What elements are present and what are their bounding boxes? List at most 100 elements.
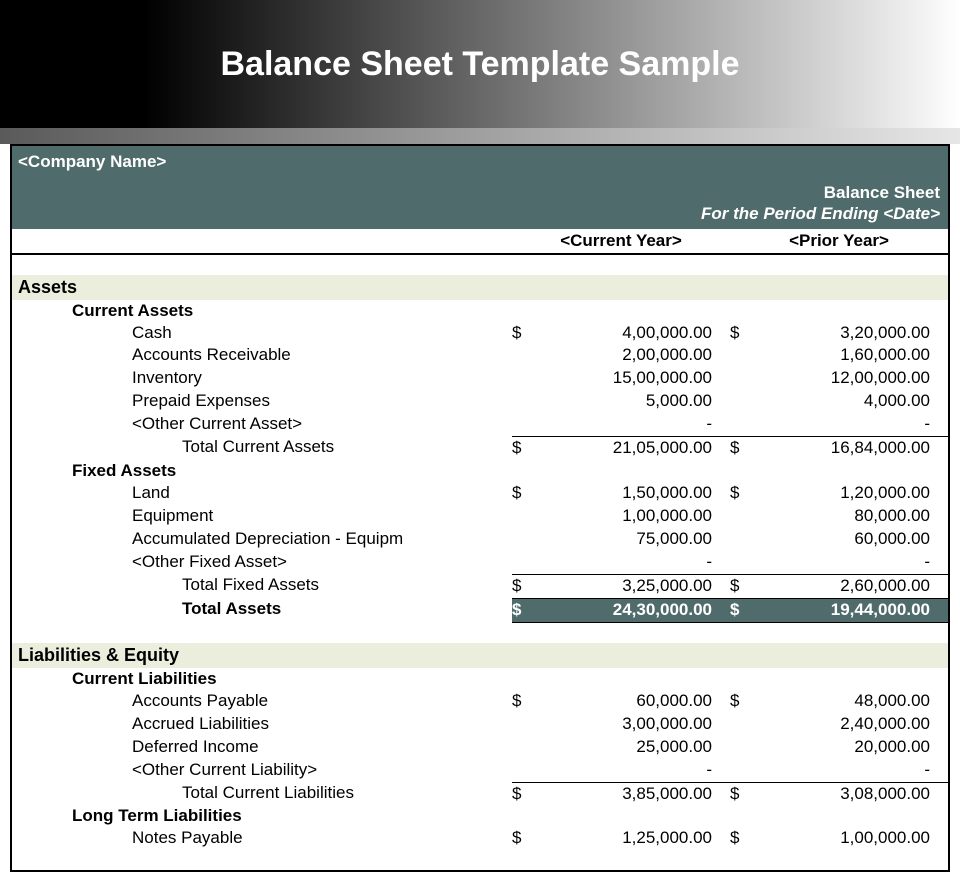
amount-value: 3,08,000.00 <box>756 783 948 806</box>
group-total-label: Total Current Liabilities <box>12 782 512 806</box>
amount-value: 1,60,000.00 <box>756 344 948 367</box>
currency-symbol <box>512 413 538 436</box>
line-item: Accounts Payable$60,000.00$48,000.00 <box>12 690 948 713</box>
line-item-label: Notes Payable <box>12 827 512 850</box>
currency-symbol: $ <box>730 827 756 850</box>
currency-symbol: $ <box>730 599 756 622</box>
currency-symbol: $ <box>730 575 756 598</box>
line-item: <Other Current Liability> - - <box>12 759 948 782</box>
group-total: Total Current Liabilities$3,85,000.00$3,… <box>12 782 948 806</box>
grand-total-label: Total Assets <box>12 598 512 623</box>
currency-symbol <box>730 505 756 528</box>
amount-value: 24,30,000.00 <box>538 599 730 622</box>
currency-symbol: $ <box>512 482 538 505</box>
line-item: Equipment 1,00,000.00 80,000.00 <box>12 505 948 528</box>
line-item-label: Equipment <box>12 505 512 528</box>
currency-symbol <box>512 551 538 574</box>
amount-value: 75,000.00 <box>538 528 730 551</box>
currency-symbol: $ <box>512 783 538 806</box>
group-title: Long Term Liabilities <box>12 805 948 827</box>
currency-symbol: $ <box>512 575 538 598</box>
line-item-label: Accounts Payable <box>12 690 512 713</box>
currency-symbol: $ <box>512 599 538 622</box>
line-item-label: Deferred Income <box>12 736 512 759</box>
amount-value: 1,00,000.00 <box>538 505 730 528</box>
line-item: Cash$4,00,000.00$3,20,000.00 <box>12 322 948 345</box>
amount-value: 48,000.00 <box>756 690 948 713</box>
balance-sheet: <Company Name> Balance Sheet For the Per… <box>10 144 950 872</box>
amount-value: 1,20,000.00 <box>756 482 948 505</box>
amount-value: 3,00,000.00 <box>538 713 730 736</box>
line-item-label: Accumulated Depreciation - Equipm <box>12 528 512 551</box>
currency-symbol: $ <box>730 783 756 806</box>
currency-symbol: $ <box>512 827 538 850</box>
currency-symbol: $ <box>730 437 756 460</box>
amount-value: 3,85,000.00 <box>538 783 730 806</box>
group-total-label: Total Current Assets <box>12 436 512 460</box>
amount-value: 3,20,000.00 <box>756 322 948 345</box>
line-item-label: Accrued Liabilities <box>12 713 512 736</box>
amount-value: 19,44,000.00 <box>756 599 948 622</box>
amount-value: - <box>538 413 730 436</box>
currency-symbol <box>512 344 538 367</box>
sheet-header: <Company Name> Balance Sheet For the Per… <box>12 146 948 229</box>
line-item-label: <Other Current Asset> <box>12 413 512 436</box>
amount-value: - <box>756 759 948 782</box>
line-item: Prepaid Expenses5,000.004,000.00 <box>12 390 948 413</box>
section-title: Assets <box>12 275 948 300</box>
period-label: For the Period Ending <Date> <box>18 203 940 224</box>
group-total: Total Current Assets$21,05,000.00$16,84,… <box>12 436 948 460</box>
currency-symbol <box>730 390 756 413</box>
banner-title: Balance Sheet Template Sample <box>220 45 739 84</box>
line-item-label: <Other Fixed Asset> <box>12 551 512 574</box>
currency-symbol <box>512 759 538 782</box>
line-item: <Other Current Asset>-- <box>12 413 948 436</box>
amount-value: 60,000.00 <box>538 690 730 713</box>
currency-symbol: $ <box>730 690 756 713</box>
currency-symbol <box>512 367 538 390</box>
amount-value: 4,00,000.00 <box>538 322 730 345</box>
gray-strip <box>0 128 960 144</box>
currency-symbol: $ <box>512 322 538 345</box>
amount-value: 2,00,000.00 <box>538 344 730 367</box>
currency-symbol <box>512 713 538 736</box>
amount-value: 1,00,000.00 <box>756 827 948 850</box>
group-total: Total Fixed Assets$3,25,000.00$2,60,000.… <box>12 574 948 598</box>
col-current-year: <Current Year> <box>512 229 730 253</box>
currency-symbol <box>730 736 756 759</box>
currency-symbol: $ <box>512 437 538 460</box>
section-title: Liabilities & Equity <box>12 643 948 668</box>
currency-symbol <box>512 528 538 551</box>
amount-value: - <box>538 759 730 782</box>
currency-symbol: $ <box>730 482 756 505</box>
amount-value: 60,000.00 <box>756 528 948 551</box>
col-prior-year: <Prior Year> <box>730 229 948 253</box>
currency-symbol <box>730 713 756 736</box>
amount-value: 15,00,000.00 <box>538 367 730 390</box>
amount-value: 12,00,000.00 <box>756 367 948 390</box>
amount-value: 2,60,000.00 <box>756 575 948 598</box>
currency-symbol <box>730 759 756 782</box>
group-title: Fixed Assets <box>12 460 948 482</box>
line-item-label: <Other Current Liability> <box>12 759 512 782</box>
amount-value: 3,25,000.00 <box>538 575 730 598</box>
currency-symbol: $ <box>730 322 756 345</box>
company-name: <Company Name> <box>18 152 940 172</box>
line-item: Inventory15,00,000.0012,00,000.00 <box>12 367 948 390</box>
amount-value: 4,000.00 <box>756 390 948 413</box>
currency-symbol <box>512 390 538 413</box>
section-grand-total: Total Assets$24,30,000.00$19,44,000.00 <box>12 598 948 623</box>
line-item: Notes Payable$1,25,000.00$1,00,000.00 <box>12 827 948 850</box>
doc-title: Balance Sheet <box>18 182 940 203</box>
amount-value: 16,84,000.00 <box>756 437 948 460</box>
group-total-label: Total Fixed Assets <box>12 574 512 598</box>
currency-symbol <box>512 736 538 759</box>
amount-value: - <box>756 551 948 574</box>
amount-value: 80,000.00 <box>756 505 948 528</box>
group-title: Current Assets <box>12 300 948 322</box>
amount-value: 2,40,000.00 <box>756 713 948 736</box>
line-item-label: Land <box>12 482 512 505</box>
currency-symbol: $ <box>512 690 538 713</box>
amount-value: 20,000.00 <box>756 736 948 759</box>
currency-symbol <box>512 505 538 528</box>
